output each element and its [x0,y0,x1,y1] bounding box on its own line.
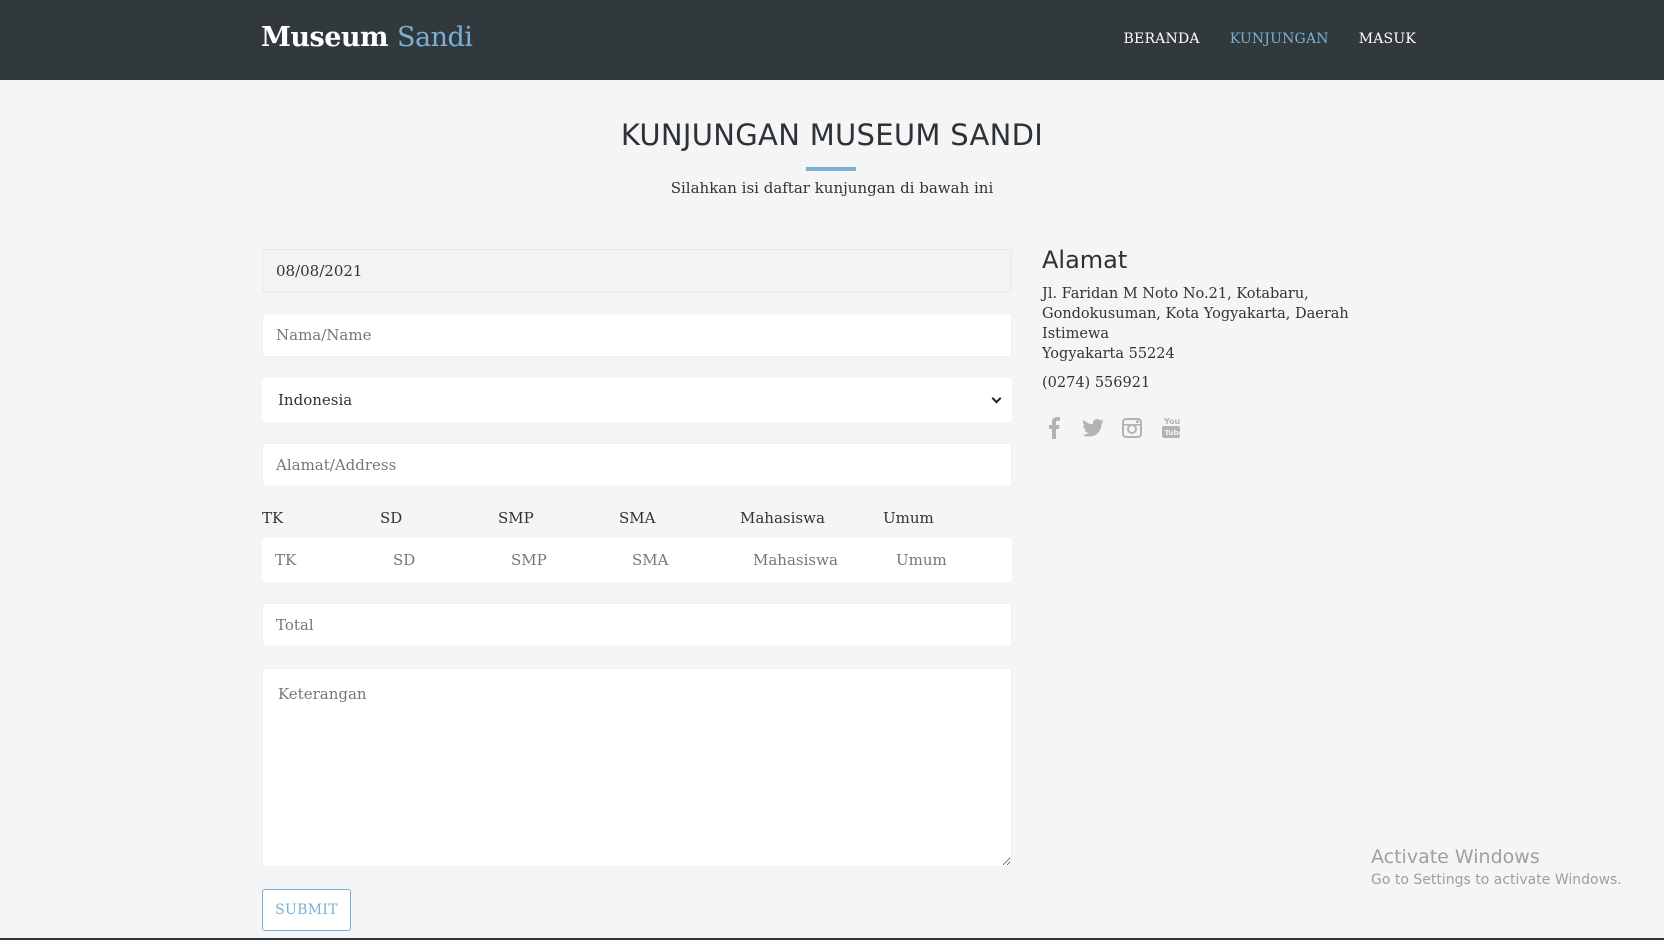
country-select[interactable]: Indonesia [262,378,1012,422]
watermark-subtitle: Go to Settings to activate Windows. [1371,872,1622,888]
notes-textarea[interactable] [262,668,1012,867]
label-tk: TK [262,509,284,527]
category-count-row [262,538,1012,582]
name-field[interactable] [262,313,1012,357]
social-links: You Tube [1042,415,1183,441]
nav-item-kunjungan[interactable]: KUNJUNGAN [1230,31,1329,47]
label-smp: SMP [498,509,534,527]
brand-logo[interactable]: Museum Sandi [261,22,473,53]
brand-name-primary: Museum [261,22,389,53]
facebook-icon[interactable] [1042,415,1066,441]
tk-count-input[interactable] [262,538,380,582]
phone-number: (0274) 556921 [1042,375,1151,391]
page-title: KUNJUNGAN MUSEUM SANDI [620,118,1044,152]
mahasiswa-count-input[interactable] [740,538,883,582]
address-heading: Alamat [1042,246,1128,274]
total-field[interactable] [262,603,1012,647]
umum-count-input[interactable] [883,538,1012,582]
title-divider [806,167,856,171]
twitter-icon[interactable] [1081,415,1105,441]
address-field[interactable] [262,443,1012,487]
country-select-value: Indonesia [278,391,353,409]
address-panel: Alamat Jl. Faridan M Noto No.21, Kotabar… [1042,246,1402,393]
youtube-icon[interactable]: You Tube [1159,415,1183,441]
chevron-down-icon [991,393,1002,403]
windows-activation-watermark: Activate Windows Go to Settings to activ… [1371,846,1622,888]
smp-count-input[interactable] [498,538,619,582]
main-nav: BERANDA KUNJUNGAN MASUK [1124,31,1416,47]
sma-count-input[interactable] [619,538,740,582]
watermark-title: Activate Windows [1371,846,1540,868]
date-field[interactable] [262,249,1012,293]
sd-count-input[interactable] [380,538,498,582]
svg-text:You: You [1163,417,1181,426]
label-sd: SD [380,509,403,527]
address-line-2: Gondokusuman, Kota Yogyakarta, Daerah Is… [1042,306,1349,342]
brand-name-accent: Sandi [397,22,473,53]
navbar: Museum Sandi BERANDA KUNJUNGAN MASUK [0,0,1664,80]
nav-item-beranda[interactable]: BERANDA [1124,31,1200,47]
label-umum: Umum [883,509,934,527]
page-subtitle: Silahkan isi daftar kunjungan di bawah i… [670,179,994,197]
submit-button[interactable]: SUBMIT [262,889,351,931]
address-line-3: Yogyakarta 55224 [1042,346,1175,362]
svg-text:Tube: Tube [1165,429,1182,437]
address-text: Jl. Faridan M Noto No.21, Kotabaru, Gond… [1042,284,1402,364]
nav-item-masuk[interactable]: MASUK [1359,31,1416,47]
address-line-1: Jl. Faridan M Noto No.21, Kotabaru, [1042,286,1309,302]
instagram-icon[interactable] [1120,415,1144,441]
label-mahasiswa: Mahasiswa [740,509,825,527]
label-sma: SMA [619,509,656,527]
